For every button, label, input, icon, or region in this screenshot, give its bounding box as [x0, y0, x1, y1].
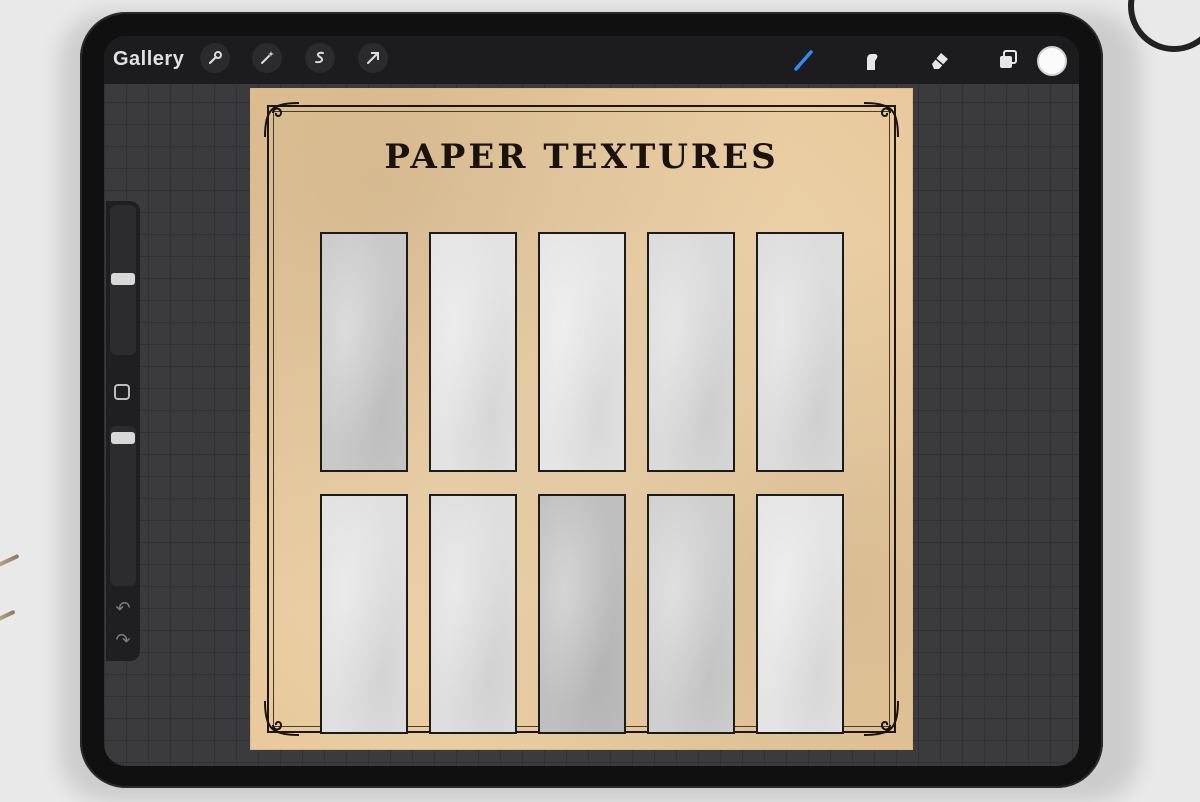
smudge-tool-button[interactable] [856, 44, 888, 76]
brush-icon [794, 50, 813, 71]
procreate-screen: Gallery ↶ ↷ PAPER TEXTURES [104, 36, 1079, 766]
texture-swatch [756, 232, 844, 472]
texture-swatch [320, 494, 408, 734]
eraser-tool-button[interactable] [924, 44, 956, 76]
undo-icon: ↶ [115, 598, 131, 618]
actions-button[interactable] [200, 43, 230, 73]
redo-icon: ↷ [115, 630, 131, 650]
pencil-decor [0, 609, 16, 625]
flourish-corner-top-right [863, 102, 899, 138]
gallery-button[interactable]: Gallery [113, 44, 184, 74]
top-toolbar: Gallery [104, 36, 1079, 84]
selection-icon [315, 51, 324, 64]
flourish-corner-bottom-right [863, 700, 899, 736]
texture-swatch [756, 494, 844, 734]
texture-swatch [320, 232, 408, 472]
opacity-knob[interactable] [111, 432, 135, 444]
smudge-icon [867, 54, 878, 70]
color-picker-button[interactable] [1037, 46, 1067, 76]
transform-arrow-icon [367, 52, 379, 64]
flourish-corner-top-left [264, 102, 300, 138]
texture-swatch [429, 494, 517, 734]
layers-icon [1000, 50, 1017, 68]
texture-swatch [538, 494, 626, 734]
glasses-decor [1128, 0, 1200, 52]
adjustments-button[interactable] [252, 43, 282, 73]
texture-swatch [429, 232, 517, 472]
brush-size-knob[interactable] [111, 273, 135, 285]
layers-button[interactable] [992, 44, 1024, 76]
flourish-corner-bottom-left [264, 700, 300, 736]
undo-button[interactable]: ↶ [112, 597, 134, 619]
brush-size-slider[interactable] [110, 205, 136, 355]
transform-button[interactable] [358, 43, 388, 73]
texture-swatch [538, 232, 626, 472]
brush-tool-button[interactable] [788, 44, 820, 76]
texture-swatch [647, 232, 735, 472]
opacity-slider[interactable] [110, 426, 136, 586]
eraser-icon [932, 53, 948, 69]
pencil-decor [0, 553, 20, 571]
texture-swatch [647, 494, 735, 734]
modify-button[interactable] [114, 384, 130, 400]
redo-button[interactable]: ↷ [112, 629, 134, 651]
left-sidebar: ↶ ↷ [106, 201, 140, 661]
artwork-canvas[interactable]: PAPER TEXTURES [251, 89, 912, 749]
artwork-title: PAPER TEXTURES [384, 137, 779, 177]
ipad-device: Gallery ↶ ↷ PAPER TEXTURES [80, 12, 1103, 788]
wrench-icon [208, 51, 222, 65]
magic-wand-icon [261, 51, 274, 64]
selection-button[interactable] [305, 43, 335, 73]
